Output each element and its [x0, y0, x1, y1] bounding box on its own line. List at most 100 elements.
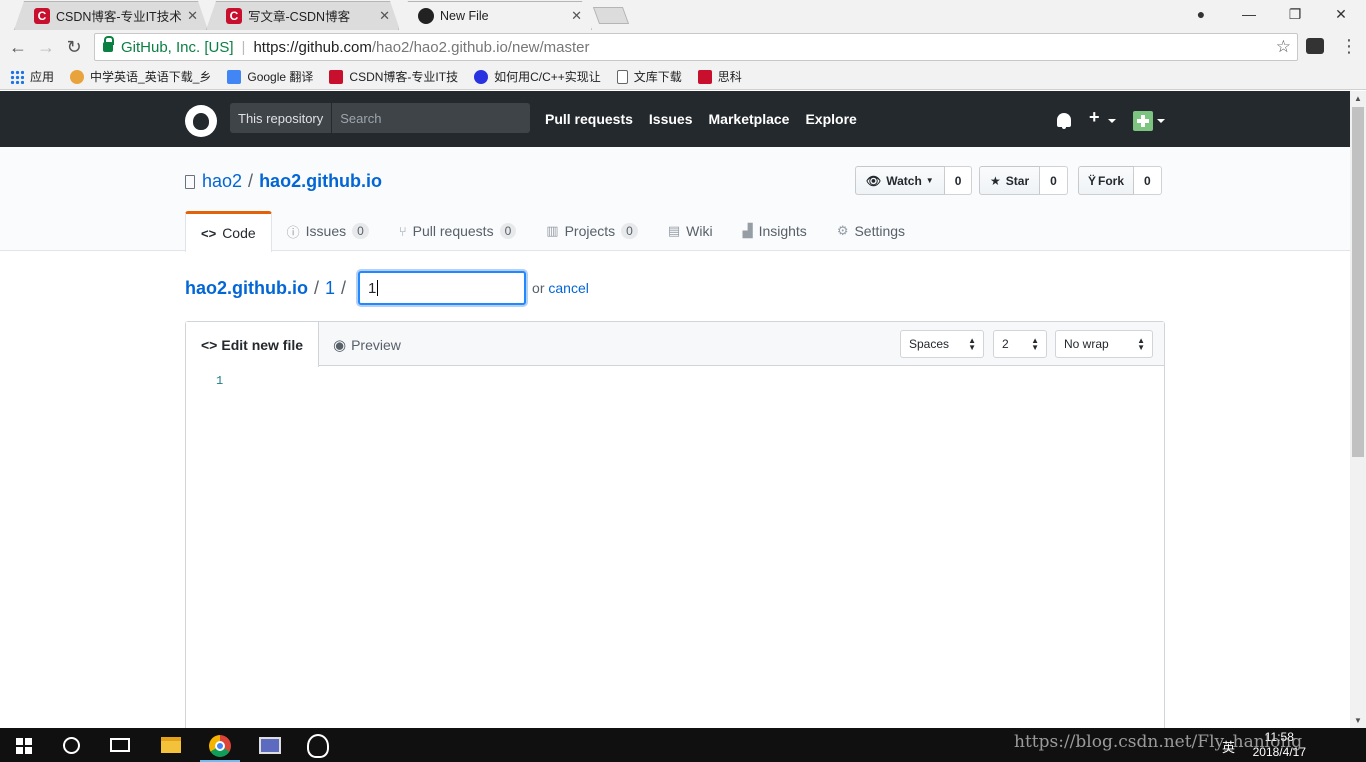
repo-name-link[interactable]: hao2.github.io — [259, 171, 382, 192]
forward-button[interactable]: → — [32, 33, 60, 61]
csdn-icon: C — [34, 7, 50, 24]
star-button[interactable]: ★ Star — [979, 166, 1041, 195]
back-button[interactable]: ← — [4, 33, 32, 61]
tab-label: Wiki — [686, 223, 713, 239]
browser-tab-csdn[interactable]: C CSDN博客-专业IT技术发 ✕ — [14, 1, 208, 30]
repo-icon — [185, 174, 195, 189]
line-wrap-select[interactable]: No wrap ▲ ▼ — [1055, 330, 1153, 358]
close-icon[interactable]: ✕ — [571, 8, 582, 24]
search-input[interactable]: Search — [332, 103, 531, 133]
gear-icon: ⚙ — [836, 223, 849, 238]
nav-pull-requests[interactable]: Pull requests — [545, 111, 633, 127]
select-value: Spaces — [909, 337, 950, 351]
bookmark-cpp[interactable]: 如何用C/C++实现让 — [474, 68, 601, 85]
create-new-plus-icon[interactable]: + — [1089, 107, 1100, 128]
chrome-menu-icon[interactable]: ⋮ — [1340, 36, 1358, 56]
breadcrumb-root-link[interactable]: hao2.github.io — [185, 278, 308, 299]
tab-label: Issues — [305, 223, 347, 239]
close-icon[interactable]: ✕ — [187, 8, 198, 24]
browser-tabstrip: C CSDN博客-专业IT技术发 ✕ C 写文章-CSDN博客 ✕ New Fi… — [0, 0, 1366, 30]
issues-counter: 0 — [352, 223, 369, 239]
tab-label: Edit new file — [221, 336, 304, 353]
scroll-down-icon[interactable]: ▼ — [1354, 716, 1362, 725]
select-arrows-icon: ▲ ▼ — [1031, 336, 1039, 352]
book-icon: ▤ — [667, 223, 681, 238]
site-search[interactable]: This repository Search — [230, 103, 531, 133]
scroll-up-icon[interactable]: ▲ — [1354, 94, 1362, 103]
cancel-link[interactable]: cancel — [548, 280, 588, 296]
profile-icon[interactable]: ● — [1178, 0, 1224, 28]
tab-issues[interactable]: ⓘ Issues 0 — [272, 211, 384, 251]
qq-icon[interactable] — [307, 734, 329, 758]
tab-code[interactable]: <> Code — [185, 211, 272, 252]
watch-label: Watch — [886, 173, 922, 188]
tab-insights[interactable]: ▟ Insights — [728, 211, 822, 251]
code-icon: <> — [201, 225, 217, 241]
bookmark-label: 思科 — [717, 70, 742, 84]
window-close-button[interactable]: ✕ — [1318, 0, 1364, 28]
windows-start-icon[interactable] — [16, 738, 32, 754]
fork-button[interactable]: Ÿ Fork — [1078, 166, 1135, 195]
bookmark-cisco[interactable]: 思科 — [697, 68, 742, 85]
task-view-icon[interactable] — [110, 738, 130, 752]
bookmark-apps[interactable]: 应用 — [10, 68, 54, 85]
extension-icon[interactable] — [1306, 38, 1324, 54]
bookmark-english[interactable]: 中学英语_英语下载_乡 — [70, 68, 211, 85]
browser-tab-write-article[interactable]: C 写文章-CSDN博客 ✕ — [206, 1, 400, 30]
minimize-button[interactable]: — — [1226, 0, 1272, 28]
browser-tab-new-file[interactable]: New File ✕ — [398, 1, 592, 30]
preview-tab[interactable]: ◉ Preview — [318, 322, 416, 367]
watch-action: 👁 Watch ▼ 0 — [855, 166, 973, 195]
nav-marketplace[interactable]: Marketplace — [709, 111, 790, 127]
bookmark-label: 文库下载 — [633, 70, 682, 84]
fork-count[interactable]: 0 — [1134, 166, 1162, 195]
file-explorer-icon[interactable] — [161, 737, 181, 753]
cortana-icon[interactable] — [63, 737, 80, 754]
filename-input[interactable]: 1 — [358, 271, 527, 305]
edit-new-file-tab[interactable]: <> Edit new file — [186, 322, 320, 367]
scrollbar-thumb[interactable] — [1352, 107, 1364, 457]
code-textarea[interactable] — [236, 367, 1164, 740]
address-bar[interactable]: GitHub, Inc. [US] | https://github.com/h… — [94, 33, 1298, 61]
indent-size-select[interactable]: 2 ▲ ▼ — [993, 330, 1047, 358]
star-count[interactable]: 0 — [1040, 166, 1068, 195]
github-logo-icon[interactable] — [185, 105, 217, 137]
tab-title: CSDN博客-专业IT技术发 — [56, 10, 182, 24]
watch-count[interactable]: 0 — [944, 166, 973, 195]
chevron-down-icon — [1157, 119, 1165, 123]
fork-icon: Ÿ — [1088, 173, 1097, 188]
text-cursor — [377, 280, 379, 296]
watch-button[interactable]: 👁 Watch ▼ — [855, 166, 945, 195]
notifications-bell-icon[interactable] — [1057, 113, 1071, 129]
page-scrollbar[interactable]: ▲ ▼ — [1350, 91, 1366, 728]
line-number: 1 — [216, 374, 224, 388]
close-icon[interactable]: ✕ — [379, 8, 390, 24]
breadcrumb-dir-link[interactable]: 1 — [325, 278, 335, 299]
tab-pull-requests[interactable]: ⑂ Pull requests 0 — [384, 211, 531, 251]
restore-button[interactable]: ❐ — [1272, 0, 1318, 28]
repo-owner-link[interactable]: hao2 — [202, 171, 242, 192]
bookmark-google-translate[interactable]: Google 翻译 — [227, 68, 313, 85]
tab-settings[interactable]: ⚙ Settings — [822, 211, 920, 251]
star-action: ★ Star 0 — [979, 166, 1068, 195]
tab-label: Settings — [854, 223, 906, 239]
bookmark-wenku[interactable]: 文库下载 — [616, 68, 682, 85]
nav-explore[interactable]: Explore — [805, 111, 856, 127]
photos-icon[interactable] — [259, 737, 281, 754]
bookmark-csdn[interactable]: CSDN博客-专业IT技 — [329, 68, 458, 85]
repo-title-separator: / — [248, 171, 254, 191]
reload-button[interactable]: ↻ — [60, 33, 88, 61]
graph-icon: ▟ — [742, 223, 753, 238]
indent-mode-select[interactable]: Spaces ▲ ▼ — [900, 330, 984, 358]
avatar[interactable] — [1133, 111, 1153, 131]
tab-projects[interactable]: ▥ Projects 0 — [531, 211, 653, 251]
tab-title: New File — [440, 8, 489, 23]
nav-issues[interactable]: Issues — [649, 111, 693, 127]
new-tab-button[interactable] — [592, 7, 630, 24]
bookmark-label: CSDN博客-专业IT技 — [349, 70, 459, 84]
chrome-icon[interactable] — [209, 735, 231, 757]
tab-wiki[interactable]: ▤ Wiki — [653, 211, 728, 251]
tab-label: Pull requests — [412, 223, 494, 239]
breadcrumb: hao2.github.io / 1 / 1 or cancel — [185, 271, 589, 305]
bookmark-star-icon[interactable]: ☆ — [1276, 37, 1291, 57]
